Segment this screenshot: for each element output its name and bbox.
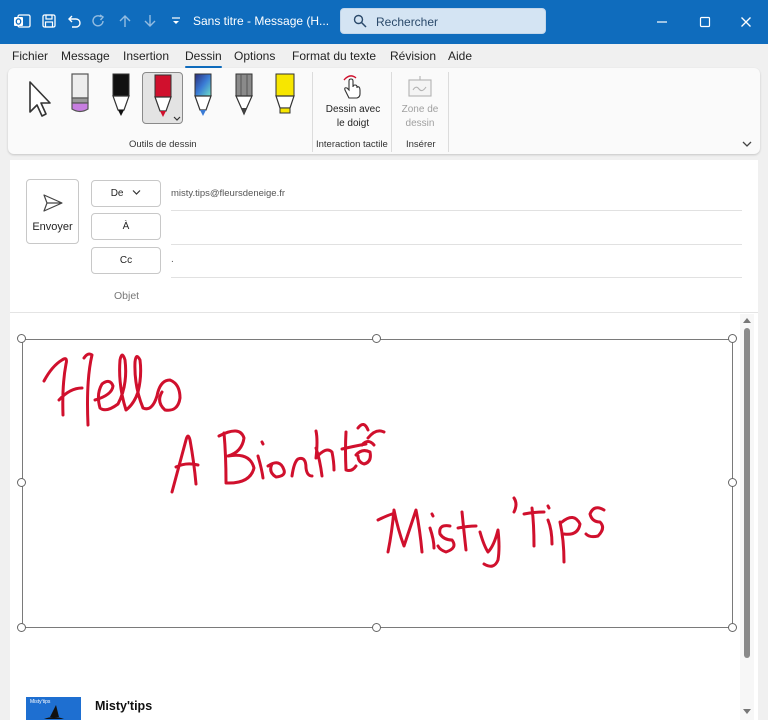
tab-dessin[interactable]: Dessin xyxy=(185,49,222,68)
save-icon[interactable] xyxy=(39,11,59,31)
group-label-touch: Interaction tactile xyxy=(316,139,388,150)
signature-name: Misty'tips xyxy=(95,699,153,713)
window-title: Sans titre - Message (H... xyxy=(193,14,330,28)
close-icon[interactable] xyxy=(736,12,756,32)
collapse-ribbon-icon[interactable] xyxy=(741,136,753,154)
pencil-button[interactable] xyxy=(225,72,263,124)
cc-field[interactable]: . xyxy=(171,248,742,278)
from-address: misty.tips@fleursdeneige.fr xyxy=(171,188,286,199)
scroll-down-icon[interactable] xyxy=(743,709,751,714)
signature-logo: Misty'tips xyxy=(26,697,81,720)
drawing-zone-label-2: dessin xyxy=(405,118,435,129)
resize-handle[interactable] xyxy=(372,334,381,343)
highlighter-icon xyxy=(275,73,295,114)
subject-field[interactable] xyxy=(171,282,742,310)
resize-handle[interactable] xyxy=(728,334,737,343)
to-field[interactable] xyxy=(171,214,742,244)
arrow-up-icon[interactable] xyxy=(115,11,135,31)
red-pen-button[interactable] xyxy=(142,72,183,124)
from-label: De xyxy=(110,188,124,199)
ribbon: Outils de dessin Dessin avec le doigt In… xyxy=(8,68,760,154)
outlook-app-icon xyxy=(12,11,32,31)
redo-icon[interactable] xyxy=(89,11,109,31)
eraser-tool-button[interactable] xyxy=(61,72,99,124)
scroll-thumb[interactable] xyxy=(744,328,750,658)
draw-with-finger-label-1: Dessin avec xyxy=(325,104,381,115)
search-box[interactable]: Rechercher xyxy=(340,8,546,34)
galaxy-pen-button[interactable] xyxy=(184,72,222,124)
send-label: Envoyer xyxy=(32,221,73,233)
minimize-icon[interactable] xyxy=(652,12,672,32)
cc-underline xyxy=(171,277,742,278)
resize-handle[interactable] xyxy=(17,478,26,487)
tab-fichier[interactable]: Fichier xyxy=(12,49,48,63)
eraser-icon xyxy=(71,73,89,113)
group-label-insert: Insérer xyxy=(406,139,436,150)
resize-handle[interactable] xyxy=(17,623,26,632)
to-button[interactable]: À xyxy=(91,213,161,240)
resize-handle[interactable] xyxy=(17,334,26,343)
maximize-icon[interactable] xyxy=(695,12,715,32)
tab-options[interactable]: Options xyxy=(234,49,275,63)
pencil-icon xyxy=(235,73,253,116)
send-button[interactable]: Envoyer xyxy=(26,179,79,244)
send-icon xyxy=(43,194,63,212)
tab-format-du-texte[interactable]: Format du texte xyxy=(292,49,376,63)
chevron-down-icon xyxy=(132,190,141,195)
resize-handle[interactable] xyxy=(728,623,737,632)
to-underline xyxy=(171,244,742,245)
drawing-zone-button[interactable]: Zone de dessin xyxy=(395,72,445,134)
chevron-down-icon xyxy=(173,116,181,121)
highlighter-button[interactable] xyxy=(266,72,304,124)
drawing-zone-label-1: Zone de xyxy=(401,104,439,115)
resize-handle[interactable] xyxy=(728,478,737,487)
cc-value: . xyxy=(171,254,174,265)
search-icon xyxy=(353,14,367,33)
undo-icon[interactable] xyxy=(64,11,84,31)
customize-toolbar-icon[interactable] xyxy=(166,11,186,31)
group-label-drawing-tools: Outils de dessin xyxy=(129,139,197,150)
resize-handle[interactable] xyxy=(372,623,381,632)
galaxy-pen-icon xyxy=(194,73,212,116)
touch-hand-icon xyxy=(343,75,361,99)
tab-revision[interactable]: Révision xyxy=(390,49,436,63)
ribbon-tabs: Fichier Message Insertion Dessin Options… xyxy=(0,44,768,68)
witch-hat-icon xyxy=(44,705,64,719)
title-bar: Sans titre - Message (H... Rechercher xyxy=(0,0,768,44)
red-pen-icon xyxy=(154,74,181,121)
draw-with-finger-label-2: le doigt xyxy=(336,118,370,129)
tab-message[interactable]: Message xyxy=(61,49,110,63)
drawing-canvas-frame[interactable] xyxy=(22,339,733,628)
search-placeholder: Rechercher xyxy=(376,15,439,29)
header-separator xyxy=(10,312,758,313)
ribbon-separator xyxy=(391,72,392,152)
tab-insertion[interactable]: Insertion xyxy=(123,49,169,63)
black-pen-button[interactable] xyxy=(102,72,140,124)
tab-aide[interactable]: Aide xyxy=(448,49,472,63)
ribbon-separator xyxy=(312,72,313,152)
select-arrow-icon xyxy=(29,81,51,117)
ribbon-separator xyxy=(448,72,449,152)
subject-label: Objet xyxy=(114,290,140,302)
draw-with-finger-button[interactable]: Dessin avec le doigt xyxy=(318,72,388,134)
scroll-up-icon[interactable] xyxy=(743,318,751,323)
vertical-scrollbar[interactable] xyxy=(740,314,754,720)
cc-button[interactable]: Cc xyxy=(91,247,161,274)
select-tool-button[interactable] xyxy=(20,72,58,124)
from-underline xyxy=(171,210,742,211)
drawing-canvas-icon xyxy=(408,76,432,97)
black-pen-icon xyxy=(112,73,130,116)
from-button[interactable]: De xyxy=(91,180,161,207)
arrow-down-icon[interactable] xyxy=(140,11,160,31)
